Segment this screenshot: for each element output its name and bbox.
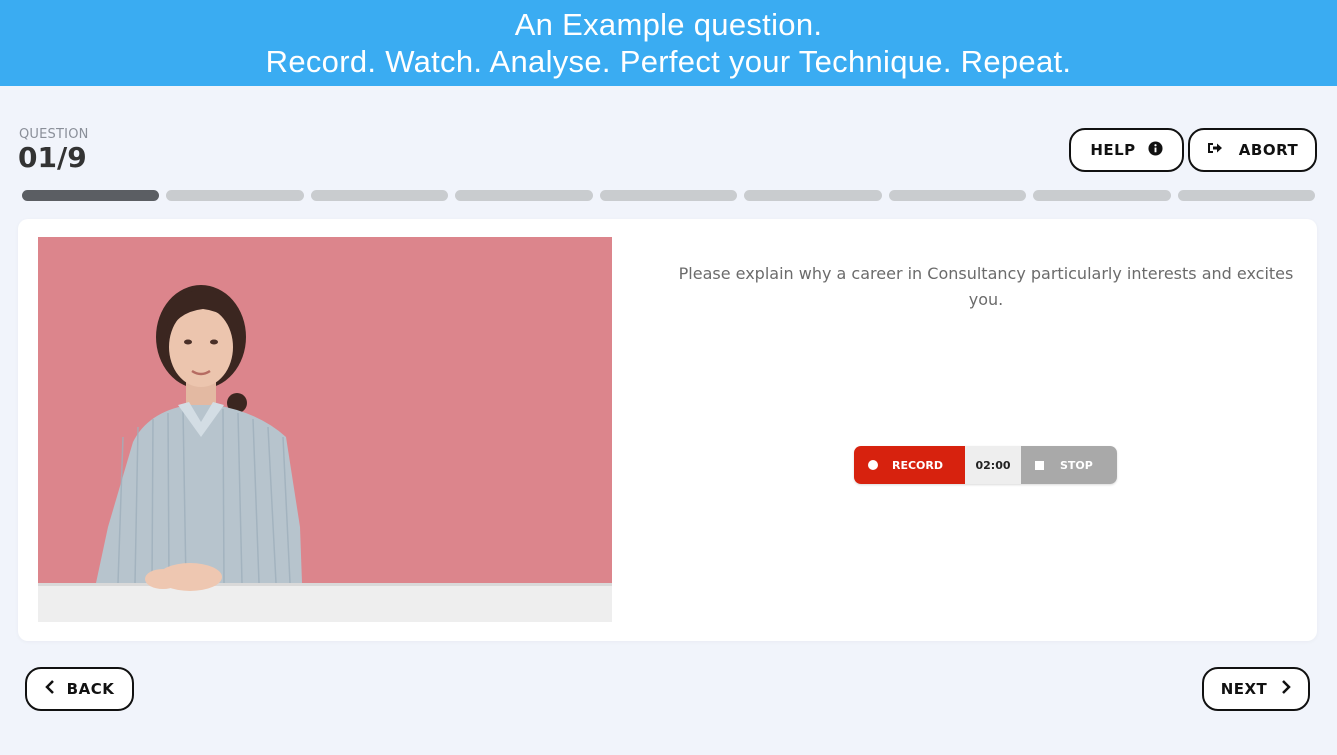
chevron-right-icon	[1281, 680, 1292, 698]
progress-segment	[599, 190, 738, 201]
question-card: Please explain why a career in Consultan…	[18, 219, 1317, 641]
next-button-label: NEXT	[1220, 680, 1268, 698]
question-label: QUESTION	[19, 127, 89, 142]
banner-tagline: Record. Watch. Analyse. Perfect your Tec…	[265, 44, 1072, 79]
stop-square-icon	[1035, 460, 1044, 470]
question-text: Please explain why a career in Consultan…	[678, 264, 1294, 309]
record-button-label: RECORD	[892, 458, 944, 472]
recorder-controls: RECORD 02:00 STOP	[854, 446, 1117, 484]
chevron-left-icon	[44, 680, 55, 698]
progress-segment	[1177, 190, 1315, 201]
recording-timer: 02:00	[965, 446, 1021, 484]
sign-out-icon	[1207, 141, 1223, 159]
help-button-label: HELP	[1090, 141, 1136, 159]
top-banner: An Example question. Record. Watch. Anal…	[0, 0, 1337, 86]
back-button-label: BACK	[66, 680, 115, 698]
progress-segment	[166, 190, 304, 201]
progress-segment	[455, 190, 593, 201]
question-progress-bar	[22, 190, 1315, 202]
progress-segment	[310, 190, 449, 201]
stop-button[interactable]: STOP	[1021, 446, 1117, 484]
info-icon	[1148, 140, 1163, 160]
back-button[interactable]: BACK	[25, 667, 134, 711]
question-number: 01/9	[18, 141, 87, 174]
progress-segment	[888, 190, 1027, 201]
progress-segment	[22, 190, 160, 201]
record-dot-icon	[868, 460, 878, 470]
next-button[interactable]: NEXT	[1202, 667, 1310, 711]
progress-segment	[744, 190, 882, 201]
progress-segment	[1033, 190, 1171, 201]
interviewer-image	[38, 237, 612, 622]
abort-button-label: ABORT	[1238, 141, 1299, 159]
record-button[interactable]: RECORD	[854, 446, 965, 484]
banner-title: An Example question.	[514, 7, 823, 42]
abort-button[interactable]: ABORT	[1188, 128, 1317, 172]
stop-button-label: STOP	[1060, 458, 1093, 472]
help-button[interactable]: HELP	[1069, 128, 1184, 172]
